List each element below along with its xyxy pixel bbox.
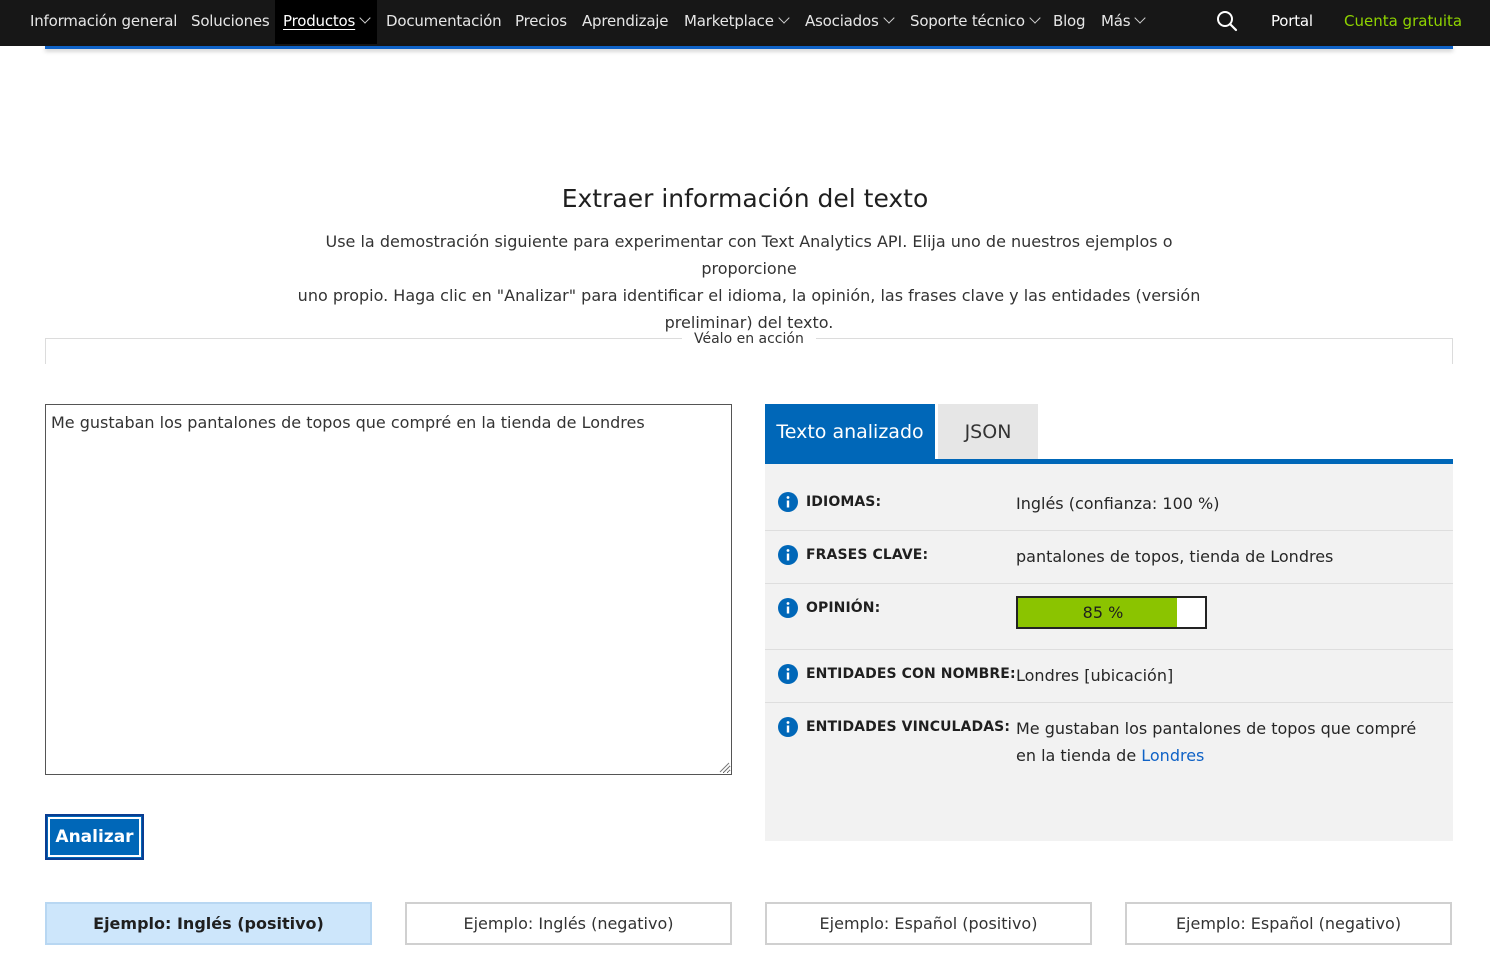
info-icon[interactable] [778,598,798,618]
nav-item-solutions[interactable]: Soluciones [191,0,270,44]
result-row-named-entities: ENTIDADES CON NOMBRE: Londres [ubicación… [765,650,1453,703]
result-label: ENTIDADES CON NOMBRE: [806,666,1016,682]
example-spanish-negative-button[interactable]: Ejemplo: Español (negativo) [1125,902,1452,945]
chevron-down-icon [1029,12,1041,24]
result-row-key-phrases: FRASES CLAVE: pantalones de topos, tiend… [765,531,1453,584]
text-input[interactable]: Me gustaban los pantalones de topos que … [45,404,732,775]
search-icon[interactable] [1216,10,1238,32]
result-label: OPINIÓN: [806,600,881,616]
nav-item-products[interactable]: Productos [275,0,378,44]
sentiment-bar: 85 % [1016,596,1207,629]
nav-item-blog[interactable]: Blog [1053,0,1086,44]
nav-item-pricing[interactable]: Precios [515,0,567,44]
page-title: Extraer información del texto [561,184,929,213]
nav-item-learning[interactable]: Aprendizaje [582,0,669,44]
free-account-link[interactable]: Cuenta gratuita [1344,0,1462,42]
nav-item-more[interactable]: Más [1101,0,1147,44]
nav-item-marketplace[interactable]: Marketplace [684,0,790,44]
info-icon[interactable] [778,545,798,565]
result-value: Londres [ubicación] [1016,666,1174,685]
top-navigation: Información general Soluciones Productos… [0,0,1490,46]
chevron-down-icon [359,12,371,24]
portal-link[interactable]: Portal [1271,0,1313,44]
result-label: ENTIDADES VINCULADAS: [806,719,1011,735]
section-label: Véalo en acción [682,331,816,347]
example-english-negative-button[interactable]: Ejemplo: Inglés (negativo) [405,902,732,945]
nav-item-support[interactable]: Soporte técnico [910,0,1041,44]
nav-item-documentation[interactable]: Documentación [386,0,502,44]
results-panel: IDIOMAS: Inglés (confianza: 100 %) FRASE… [765,464,1453,841]
linked-entity-link[interactable]: Londres [1141,746,1204,765]
header-accent-strip [45,46,1453,49]
sentiment-value: 85 % [1082,603,1124,622]
tab-analyzed-text[interactable]: Texto analizado [765,404,935,460]
info-icon[interactable] [778,717,798,737]
chevron-down-icon [1134,12,1147,24]
info-icon[interactable] [778,664,798,684]
example-spanish-positive-button[interactable]: Ejemplo: Español (positivo) [765,902,1092,945]
intro-text: Use la demostración siguiente para exper… [297,232,1201,332]
analyze-button[interactable]: Analizar [45,814,144,860]
result-value: pantalones de topos, tienda de Londres [1016,547,1334,566]
nav-item-partners[interactable]: Asociados [805,0,895,44]
nav-item-overview[interactable]: Información general [30,0,177,44]
result-value: Inglés (confianza: 100 %) [1016,494,1220,513]
result-value: Me gustaban los pantalones de topos que … [1016,719,1417,765]
chevron-down-icon [882,12,895,24]
example-english-positive-button[interactable]: Ejemplo: Inglés (positivo) [45,902,372,945]
tab-json[interactable]: JSON [938,404,1038,460]
result-label: FRASES CLAVE: [806,547,929,563]
info-icon[interactable] [778,492,798,512]
result-label: IDIOMAS: [806,494,882,510]
result-row-languages: IDIOMAS: Inglés (confianza: 100 %) [765,464,1453,531]
resize-grip-icon[interactable] [718,761,730,773]
chevron-down-icon [778,12,790,24]
result-row-linked-entities: ENTIDADES VINCULADAS: Me gustaban los pa… [765,703,1453,783]
